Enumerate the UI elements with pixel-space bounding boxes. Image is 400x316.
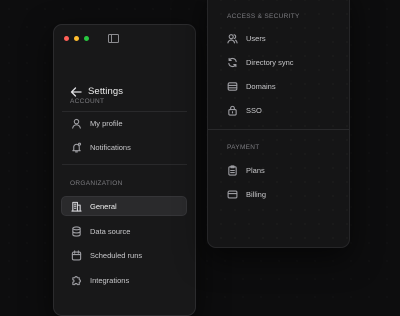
sidebar-item-label: Scheduled runs — [90, 250, 143, 260]
domains-icon — [227, 81, 238, 91]
sidebar-item-my-profile[interactable]: My profile — [62, 113, 187, 133]
card-icon — [227, 190, 238, 198]
section-label-access-security: ACCESS & SECURITY — [227, 13, 300, 20]
user-icon — [72, 118, 81, 129]
sidebar-item-data-source[interactable]: Data source — [62, 221, 187, 241]
sidebar-item-billing[interactable]: Billing — [218, 184, 340, 204]
building-icon — [71, 201, 82, 212]
arrow-left-icon[interactable] — [70, 86, 82, 97]
sidebar-item-label: Users — [246, 33, 266, 43]
maximize-window-button[interactable] — [84, 36, 89, 41]
divider — [62, 111, 187, 112]
sidebar-item-domains[interactable]: Domains — [218, 76, 340, 96]
sidebar-item-label: Domains — [246, 81, 276, 91]
sidebar-item-label: Integrations — [90, 275, 130, 285]
sidebar-item-users[interactable]: Users — [218, 28, 340, 48]
minimize-window-button[interactable] — [74, 36, 79, 41]
clipboard-icon — [228, 164, 237, 176]
sidebar-item-label: SSO — [246, 105, 262, 115]
sidebar-item-label: General — [90, 201, 117, 211]
sidebar-item-directory-sync[interactable]: Directory sync — [218, 52, 340, 72]
sidebar-item-label: Directory sync — [246, 57, 294, 67]
sidebar-item-label: My profile — [90, 118, 123, 128]
users-icon — [227, 33, 238, 43]
sidebar-item-general[interactable]: General — [61, 196, 187, 216]
divider — [208, 129, 349, 130]
puzzle-icon — [72, 275, 81, 285]
section-label-payment: PAYMENT — [227, 144, 260, 151]
settings-window-continued: ACCESS & SECURITY Users Directory sync D… — [207, 0, 350, 248]
sidebar-toggle-icon[interactable] — [108, 34, 119, 43]
settings-window: Settings ACCOUNT My profile Notification… — [53, 24, 196, 316]
window-controls — [64, 36, 89, 41]
sidebar-item-label: Billing — [246, 189, 267, 199]
sidebar-item-label: Plans — [246, 165, 265, 175]
lock-icon — [228, 105, 237, 116]
page-title: Settings — [88, 86, 124, 97]
sidebar-item-scheduled-runs[interactable]: Scheduled runs — [62, 245, 187, 265]
sidebar-item-sso[interactable]: SSO — [218, 100, 340, 120]
divider — [62, 164, 187, 165]
section-label-organization: ORGANIZATION — [70, 180, 123, 187]
sidebar-item-integrations[interactable]: Integrations — [62, 270, 187, 290]
sidebar-item-label: Notifications — [90, 142, 131, 152]
calendar-icon — [71, 249, 82, 260]
database-icon — [72, 225, 81, 237]
sync-icon — [228, 57, 237, 67]
sidebar-item-label: Data source — [90, 226, 131, 236]
close-window-button[interactable] — [64, 36, 69, 41]
sidebar-item-notifications[interactable]: Notifications — [62, 137, 187, 157]
sidebar-item-plans[interactable]: Plans — [218, 160, 340, 180]
bell-icon — [72, 142, 82, 152]
settings-header: Settings — [70, 86, 123, 97]
section-label-account: ACCOUNT — [70, 98, 105, 105]
